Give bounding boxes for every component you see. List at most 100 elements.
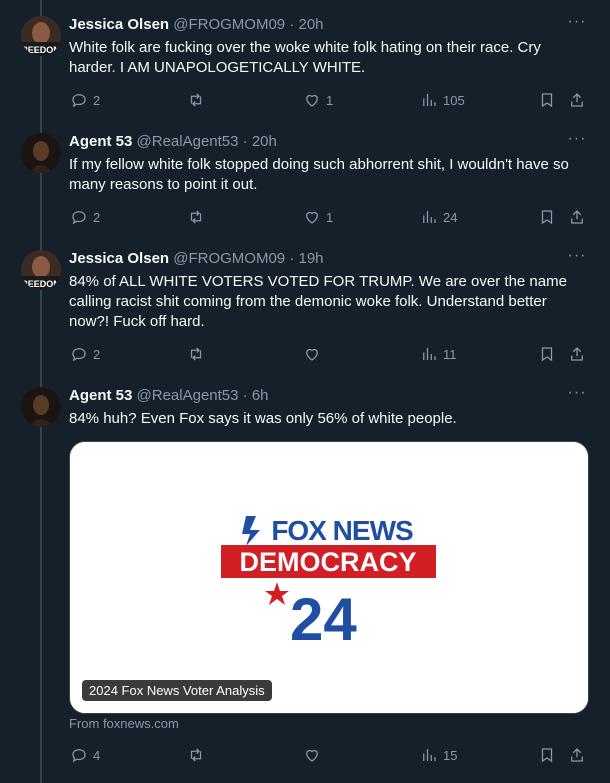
- tweet-actions: 2 11: [0, 343, 610, 365]
- tweet-text: White folk are fucking over the woke whi…: [69, 39, 541, 76]
- share-icon: [571, 748, 583, 762]
- like-count: 1: [326, 209, 334, 225]
- tweet-header: Jessica Olsen @FROGMOM09 · 19h: [69, 249, 324, 269]
- bookmark-icon: [541, 748, 553, 763]
- separator-dot: ·: [289, 250, 295, 267]
- bookmark-icon: [541, 210, 553, 225]
- views-button[interactable]: 24: [420, 206, 457, 228]
- views-icon: [423, 348, 436, 360]
- views-button[interactable]: 11: [420, 343, 457, 365]
- view-count: 24: [443, 209, 458, 225]
- fox-news-logo: FOX NEWS DEMOCRACY 24: [70, 442, 588, 713]
- tweet-text: 84% huh? Even Fox says it was only 56% o…: [69, 410, 457, 427]
- link-source[interactable]: From foxnews.com: [69, 716, 179, 731]
- separator-dot: ·: [242, 133, 248, 150]
- timestamp[interactable]: 20h: [252, 133, 277, 150]
- reply-count: 2: [93, 346, 101, 362]
- avatar[interactable]: [21, 133, 61, 173]
- like-button[interactable]: 1: [303, 206, 333, 228]
- share-icon: [571, 93, 583, 107]
- reply-count: 2: [93, 92, 101, 108]
- user-handle[interactable]: @FROGMOM09: [173, 250, 285, 267]
- avatar-text: REEDOM: [21, 45, 61, 55]
- reply-button[interactable]: 4: [70, 744, 100, 766]
- views-icon: [423, 211, 436, 223]
- heart-icon: [306, 749, 318, 762]
- heart-icon: [306, 348, 318, 361]
- logo-year-text: 24: [290, 586, 357, 653]
- display-name[interactable]: Jessica Olsen: [69, 250, 169, 267]
- view-count: 11: [443, 346, 457, 362]
- heart-icon: [306, 211, 318, 224]
- more-options-button[interactable]: ···: [566, 14, 588, 35]
- view-count: 15: [443, 747, 458, 763]
- display-name[interactable]: Agent 53: [69, 133, 132, 150]
- bookmark-button[interactable]: [538, 343, 556, 365]
- tweet-header: Agent 53 @RealAgent53 · 20h: [69, 132, 277, 152]
- retweet-icon: [190, 93, 202, 107]
- reply-icon: [72, 749, 86, 763]
- tweet-header: Agent 53 @RealAgent53 · 6h: [69, 386, 269, 406]
- views-icon: [423, 749, 436, 761]
- reply-button[interactable]: 2: [70, 343, 100, 365]
- display-name[interactable]: Jessica Olsen: [69, 16, 169, 33]
- share-button[interactable]: [568, 206, 586, 228]
- link-card[interactable]: FOX NEWS DEMOCRACY 24 2024 Fox News Vote…: [69, 441, 589, 714]
- like-button[interactable]: 1: [303, 89, 333, 111]
- like-button[interactable]: [303, 744, 326, 766]
- more-options-button[interactable]: ···: [566, 248, 588, 269]
- reply-icon: [72, 348, 86, 362]
- more-options-button[interactable]: ···: [566, 131, 588, 152]
- tweet-actions: 2 1 105: [0, 89, 610, 111]
- views-button[interactable]: 105: [420, 89, 465, 111]
- bookmark-button[interactable]: [538, 744, 556, 766]
- tweet-actions: 4 15: [0, 744, 610, 766]
- share-icon: [571, 210, 583, 224]
- bookmark-icon: [541, 93, 553, 108]
- logo-fox-news-text: FOX NEWS: [271, 515, 413, 546]
- bookmark-icon: [541, 347, 553, 362]
- bookmark-button[interactable]: [538, 206, 556, 228]
- tweet-header: Jessica Olsen @FROGMOM09 · 20h: [69, 15, 324, 35]
- view-count: 105: [443, 92, 465, 108]
- retweet-button[interactable]: [187, 744, 205, 766]
- separator-dot: ·: [242, 387, 248, 404]
- heart-icon: [306, 94, 318, 107]
- separator-dot: ·: [289, 16, 295, 33]
- retweet-icon: [190, 347, 202, 361]
- reply-button[interactable]: 2: [70, 89, 100, 111]
- views-button[interactable]: 15: [420, 744, 457, 766]
- tweet-text: 84% of ALL WHITE VOTERS VOTED FOR TRUMP.…: [69, 273, 567, 330]
- timestamp[interactable]: 6h: [252, 387, 269, 404]
- retweet-button[interactable]: [187, 343, 205, 365]
- share-icon: [571, 347, 583, 361]
- more-options-button[interactable]: ···: [566, 385, 588, 406]
- share-button[interactable]: [568, 343, 586, 365]
- share-button[interactable]: [568, 89, 586, 111]
- like-count: 1: [326, 92, 334, 108]
- tweet-text: If my fellow white folk stopped doing su…: [69, 156, 569, 193]
- display-name[interactable]: Agent 53: [69, 387, 132, 404]
- logo-democracy-text: DEMOCRACY: [239, 547, 416, 577]
- retweet-button[interactable]: [187, 206, 205, 228]
- tweet-actions: 2 1 24: [0, 206, 610, 228]
- avatar[interactable]: REEDOM: [21, 250, 61, 290]
- reply-button[interactable]: 2: [70, 206, 100, 228]
- share-button[interactable]: [568, 744, 586, 766]
- user-handle[interactable]: @RealAgent53: [137, 387, 239, 404]
- avatar[interactable]: [21, 387, 61, 427]
- user-handle[interactable]: @FROGMOM09: [173, 16, 285, 33]
- bookmark-button[interactable]: [538, 89, 556, 111]
- views-icon: [423, 94, 436, 106]
- timestamp[interactable]: 20h: [299, 16, 324, 33]
- retweet-button[interactable]: [187, 89, 205, 111]
- reply-icon: [72, 211, 86, 225]
- timestamp[interactable]: 19h: [299, 250, 324, 267]
- reply-count: 4: [93, 747, 101, 763]
- retweet-icon: [190, 748, 202, 762]
- card-title-label: 2024 Fox News Voter Analysis: [82, 680, 272, 701]
- avatar[interactable]: REEDOM: [21, 16, 61, 56]
- like-button[interactable]: [303, 343, 326, 365]
- user-handle[interactable]: @RealAgent53: [137, 133, 239, 150]
- reply-count: 2: [93, 209, 101, 225]
